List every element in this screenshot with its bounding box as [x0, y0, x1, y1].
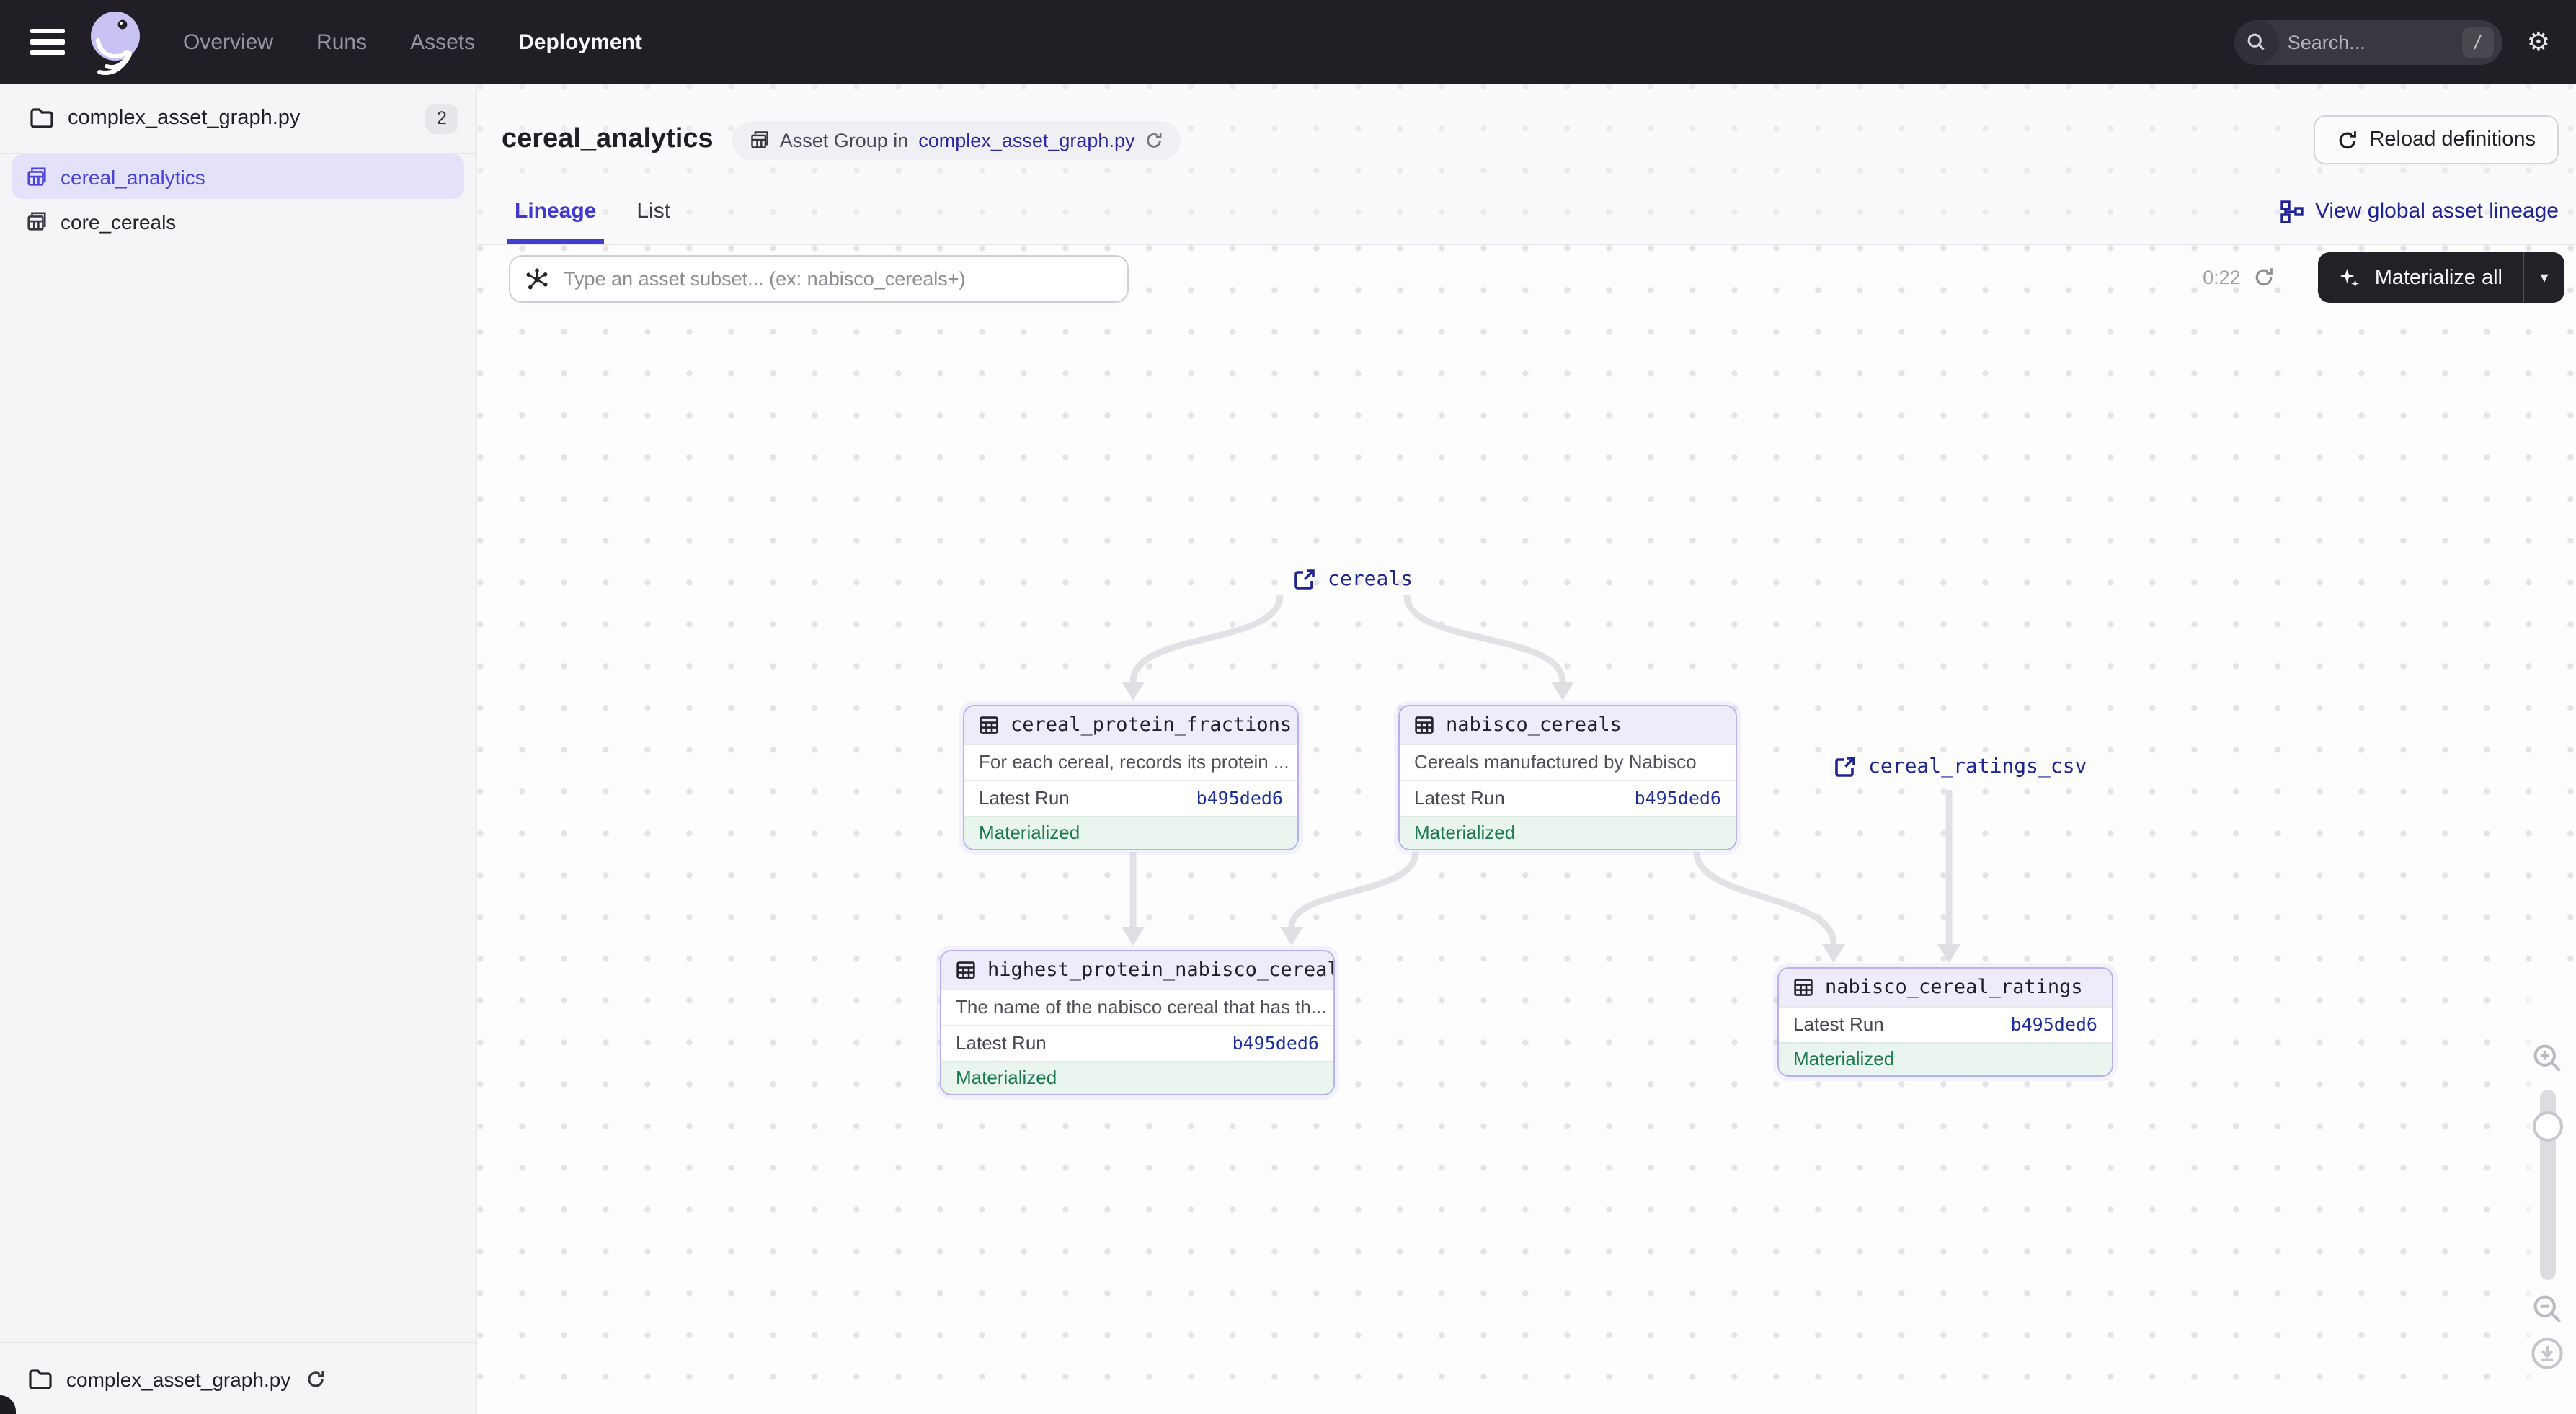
asset-node-highest-protein-nabisco-cereal[interactable]: highest_protein_nabisco_cereal The name …: [940, 950, 1335, 1095]
nav-link-runs[interactable]: Runs: [316, 30, 367, 54]
source-asset-cereals[interactable]: cereals: [1293, 568, 1413, 591]
table-icon: [1414, 715, 1434, 735]
reload-definitions-button[interactable]: Reload definitions: [2313, 115, 2559, 164]
run-id-link[interactable]: b495ded6: [2011, 1013, 2097, 1035]
refresh-icon[interactable]: [305, 1369, 325, 1389]
asset-node-nabisco-cereal-ratings[interactable]: nabisco_cereal_ratings Latest Run b495de…: [1777, 967, 2113, 1077]
sidebar-file-name: complex_asset_graph.py: [68, 107, 300, 130]
nav-links: Overview Runs Assets Deployment: [183, 30, 642, 54]
sparkles-icon: [2339, 266, 2362, 289]
page-header: cereal_analytics Asset Group in complex_…: [477, 84, 2576, 245]
zoom-slider-knob[interactable]: [2533, 1111, 2563, 1142]
asset-group-badge: Asset Group in complex_asset_graph.py: [732, 120, 1181, 159]
run-id-link[interactable]: b495ded6: [1233, 1032, 1319, 1054]
table-icon: [956, 960, 976, 980]
nav-link-overview[interactable]: Overview: [183, 30, 273, 54]
asset-name: nabisco_cereal_ratings: [1825, 976, 2083, 999]
sidebar-item-core-cereals[interactable]: core_cereals: [12, 199, 464, 244]
search-shortcut-badge: /: [2462, 27, 2494, 57]
search-icon: [2234, 19, 2279, 64]
asset-group-icon: [26, 210, 48, 232]
dagster-logo-icon[interactable]: [85, 9, 148, 75]
materialize-toolbar: 0:22 Materialize all ▾: [2203, 252, 2564, 303]
sidebar-item-label: core_cereals: [61, 210, 176, 233]
asset-description: The name of the nabisco cereal that has …: [941, 989, 1333, 1025]
top-navigation: Overview Runs Assets Deployment / ⚙: [0, 0, 2576, 84]
latest-run-label: Latest Run: [979, 787, 1070, 809]
status-badge: Materialized: [964, 816, 1297, 849]
asset-name: nabisco_cereals: [1446, 713, 1622, 737]
asset-count-badge: 2: [425, 103, 458, 133]
latest-run-label: Latest Run: [1793, 1013, 1884, 1035]
folder-icon: [30, 108, 53, 128]
sidebar-item-label: cereal_analytics: [61, 165, 205, 188]
table-icon: [979, 715, 999, 735]
hamburger-menu-icon[interactable]: [30, 29, 65, 55]
refresh-icon[interactable]: [2254, 267, 2275, 288]
lineage-graph-icon: [2280, 200, 2304, 223]
sidebar-footer: complex_asset_graph.py: [0, 1342, 476, 1414]
main-content: cereal_analytics Asset Group in complex_…: [477, 84, 2576, 1414]
tab-lineage[interactable]: Lineage: [515, 179, 596, 244]
latest-run-label: Latest Run: [1414, 787, 1505, 809]
asset-graph-filter-icon: [525, 267, 549, 291]
chevron-down-icon[interactable]: ▾: [2524, 268, 2564, 287]
status-badge: Materialized: [1779, 1042, 2112, 1075]
asset-name: cereal_protein_fractions: [1011, 713, 1292, 737]
refresh-icon: [2336, 129, 2358, 151]
folder-icon: [29, 1369, 52, 1389]
table-icon: [1793, 977, 1813, 997]
run-id-link[interactable]: b495ded6: [1196, 787, 1283, 809]
gear-icon[interactable]: ⚙: [2527, 29, 2550, 55]
asset-node-nabisco-cereals[interactable]: nabisco_cereals Cereals manufactured by …: [1398, 705, 1737, 850]
page-title: cereal_analytics: [502, 124, 714, 156]
run-id-link[interactable]: b495ded6: [1635, 787, 1721, 809]
status-badge: Materialized: [941, 1061, 1333, 1094]
asset-description: For each cereal, records its protein ...: [964, 744, 1297, 780]
nav-link-assets[interactable]: Assets: [410, 30, 475, 54]
asset-subset-filter[interactable]: [509, 255, 1129, 303]
sidebar: complex_asset_graph.py 2 cereal_analytic…: [0, 84, 477, 1414]
sidebar-file-header[interactable]: complex_asset_graph.py 2: [0, 84, 476, 154]
tab-list[interactable]: List: [636, 179, 670, 244]
materialize-all-button[interactable]: Materialize all ▾: [2319, 252, 2564, 303]
zoom-out-icon[interactable]: [2531, 1293, 2563, 1325]
external-link-icon: [1293, 568, 1316, 591]
global-search[interactable]: /: [2234, 19, 2502, 64]
asset-name: highest_protein_nabisco_cereal: [987, 959, 1335, 982]
refresh-timer: 0:22: [2203, 267, 2241, 288]
asset-group-file-link[interactable]: complex_asset_graph.py: [918, 129, 1134, 151]
asset-group-icon: [26, 166, 48, 187]
footer-file-name: complex_asset_graph.py: [66, 1367, 290, 1390]
asset-node-cereal-protein-fractions[interactable]: cereal_protein_fractions For each cereal…: [963, 705, 1299, 850]
nav-link-deployment[interactable]: Deployment: [518, 30, 642, 54]
latest-run-label: Latest Run: [956, 1032, 1047, 1054]
view-global-asset-lineage-link[interactable]: View global asset lineage: [2280, 199, 2559, 223]
download-image-icon[interactable]: [2530, 1336, 2564, 1371]
search-input[interactable]: [2279, 30, 2462, 54]
sidebar-item-cereal-analytics[interactable]: cereal_analytics: [12, 154, 464, 199]
status-badge: Materialized: [1400, 816, 1736, 849]
app-window: Overview Runs Assets Deployment / ⚙ comp…: [0, 0, 2576, 1414]
tabs-row: Lineage List View global asset lineage: [477, 179, 2576, 244]
source-asset-cereal-ratings-csv[interactable]: cereal_ratings_csv: [1834, 755, 2087, 778]
zoom-in-icon[interactable]: [2531, 1042, 2563, 1074]
asset-group-badge-text: Asset Group in: [780, 129, 909, 151]
external-link-icon: [1834, 755, 1857, 778]
asset-description: Cereals manufactured by Nabisco: [1400, 744, 1736, 780]
asset-group-icon: [750, 130, 770, 150]
refresh-icon[interactable]: [1145, 130, 1163, 149]
asset-subset-input[interactable]: [561, 267, 1113, 291]
lineage-canvas[interactable]: 0:22 Materialize all ▾: [477, 245, 2576, 1414]
topnav-right: / ⚙: [2234, 19, 2550, 64]
